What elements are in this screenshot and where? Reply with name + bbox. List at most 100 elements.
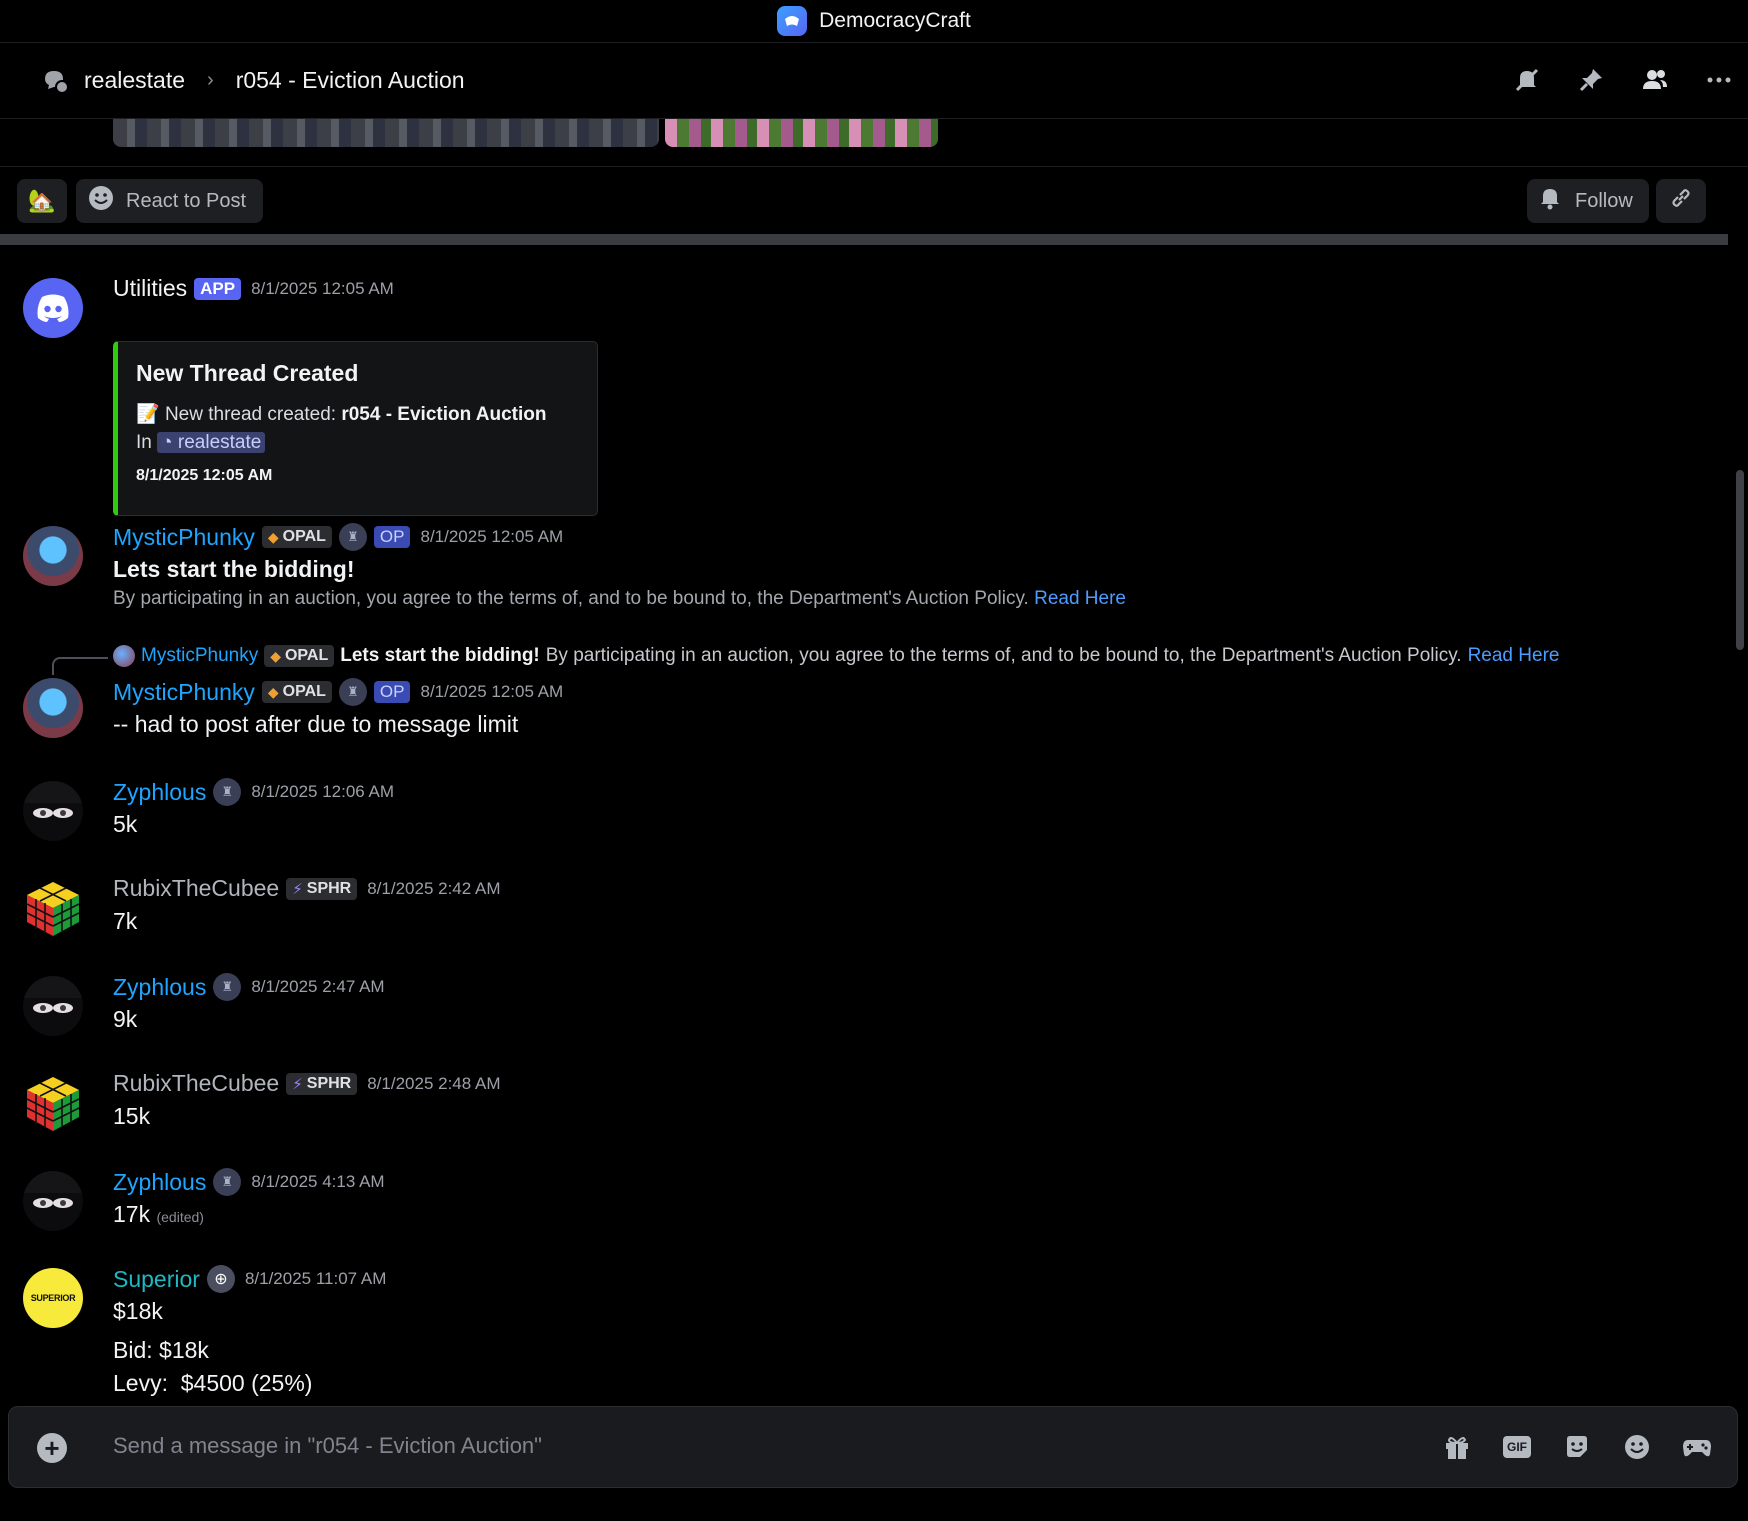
embed-timestamp: 8/1/2025 12:05 AM <box>136 467 273 484</box>
avatar[interactable] <box>23 1073 83 1133</box>
add-attachment-button[interactable]: + <box>37 1433 67 1463</box>
author-name[interactable]: MysticPhunky <box>113 524 255 551</box>
react-to-post-label: React to Post <box>126 189 247 212</box>
post-image[interactable] <box>665 119 938 147</box>
avatar[interactable] <box>23 278 83 338</box>
mute-bell-icon[interactable] <box>1508 61 1546 99</box>
breadcrumb-parent-channel[interactable]: realestate <box>84 67 185 94</box>
plus-role-icon: ⊕ <box>206 1265 235 1293</box>
channel-mention[interactable]: ◔ realestate <box>157 432 266 453</box>
channel-header: realestate › r054 - Eviction Auction <box>0 43 1748 119</box>
message-text: 5k <box>113 811 138 837</box>
message: RubixTheCubee ⚡ SPHR 8/1/2025 2:48 AM 15k <box>0 1070 1730 1150</box>
opal-gem-icon: ◆ <box>267 683 279 700</box>
guild-tag-label: SPHR <box>306 1074 352 1092</box>
avatar[interactable] <box>23 781 83 841</box>
op-badge: OP <box>373 526 411 548</box>
author-name[interactable]: RubixTheCubee <box>113 1070 279 1097</box>
read-here-link[interactable]: Read Here <box>1034 588 1126 609</box>
avatar-text: SUPERIOR <box>30 1293 76 1303</box>
plus-icon: + <box>44 1432 60 1463</box>
message-text-line: Levy: $4500 (25%) <box>113 1370 313 1396</box>
house-reaction-button[interactable]: 🏡 <box>17 179 67 223</box>
role-icon: ♜ <box>338 523 367 551</box>
link-icon <box>1669 186 1693 216</box>
members-icon[interactable] <box>1636 61 1674 99</box>
embed-line-prefix: New thread created: <box>164 404 342 425</box>
message: Utilities APP 8/1/2025 12:05 AM New Thre… <box>0 275 1730 525</box>
guild-tag-label: OPAL <box>282 683 326 700</box>
gif-icon[interactable]: GIF <box>1499 1429 1535 1465</box>
avatar[interactable] <box>23 678 83 738</box>
house-icon: 🏡 <box>28 188 56 213</box>
author-name[interactable]: Utilities <box>113 275 187 302</box>
discord-logo-icon <box>37 294 69 322</box>
message-composer: + Send a message in "r054 - Eviction Auc… <box>8 1406 1738 1488</box>
smiley-icon <box>88 185 114 217</box>
thread-title: r054 - Eviction Auction <box>235 67 465 93</box>
message: Zyphlous ♜ 8/1/2025 4:13 AM 17k (edited) <box>0 1168 1730 1248</box>
message-input[interactable]: Send a message in "r054 - Eviction Aucti… <box>113 1433 542 1459</box>
gift-icon[interactable] <box>1439 1429 1475 1465</box>
embed-thread-line: 📝 New thread created: r054 - Eviction Au… <box>136 401 579 429</box>
react-to-post-button[interactable]: React to Post <box>76 179 263 223</box>
avatar[interactable] <box>23 1171 83 1231</box>
avatar[interactable] <box>23 976 83 1036</box>
avatar[interactable]: SUPERIOR <box>23 1268 83 1328</box>
message: MysticPhunky ◆ OPAL Lets start the biddin… <box>0 645 1730 755</box>
avatar[interactable] <box>23 526 83 586</box>
guild-tag-label: SPHR <box>306 879 352 897</box>
scrollbar-thumb[interactable] <box>1736 470 1744 650</box>
post-divider <box>0 234 1728 245</box>
opal-gem-icon: ◆ <box>267 528 279 545</box>
embed-card: New Thread Created 📝 New thread created:… <box>113 341 598 516</box>
post-image-strip <box>113 119 938 147</box>
author-name[interactable]: Zyphlous <box>113 779 206 806</box>
memo-icon: 📝 <box>136 404 160 425</box>
read-here-link[interactable]: Read Here <box>1468 645 1560 667</box>
reply-connector <box>52 657 108 675</box>
edited-marker: (edited) <box>156 1209 204 1225</box>
window-title: DemocracyCraft <box>819 9 971 32</box>
role-icon: ♜ <box>213 1168 242 1196</box>
author-name[interactable]: RubixTheCubee <box>113 875 279 902</box>
author-name[interactable]: Zyphlous <box>113 974 206 1001</box>
guild-tag: ⚡ SPHR <box>286 1072 358 1095</box>
reply-preview[interactable]: MysticPhunky ◆ OPAL Lets start the biddin… <box>113 645 1559 667</box>
post-image[interactable] <box>113 119 659 147</box>
message-subtext: By participating in an auction, you agre… <box>113 588 1126 610</box>
forum-channel-icon: ◔ <box>161 432 173 453</box>
follow-button[interactable]: Follow <box>1527 179 1649 223</box>
message: Zyphlous ♜ 8/1/2025 2:47 AM 9k <box>0 973 1730 1053</box>
message: SUPERIOR Superior ⊕ 8/1/2025 11:07 AM $1… <box>0 1265 1730 1405</box>
chevron-right-icon: › <box>207 69 214 91</box>
author-name[interactable]: Superior <box>113 1266 200 1293</box>
pin-icon[interactable] <box>1572 61 1610 99</box>
guild-tag: ⚡ SPHR <box>286 877 358 900</box>
rubiks-cube-icon <box>26 882 80 936</box>
reply-author[interactable]: MysticPhunky <box>141 645 258 667</box>
message-text: 17k (edited) <box>113 1201 204 1228</box>
activities-gamepad-icon[interactable] <box>1679 1429 1715 1465</box>
more-options-icon[interactable] <box>1700 61 1738 99</box>
message-text: -- had to post after due to message limi… <box>113 711 519 737</box>
sticker-icon[interactable] <box>1559 1429 1595 1465</box>
message-heading: Lets start the bidding! <box>113 556 355 582</box>
copy-link-button[interactable] <box>1656 179 1706 223</box>
embed-thread-name: r054 - Eviction Auction <box>341 404 547 425</box>
policy-text: By participating in an auction, you agre… <box>113 588 1029 609</box>
role-icon: ♜ <box>213 778 242 806</box>
avatar[interactable] <box>23 878 83 938</box>
reply-bold-text: Lets start the bidding! <box>340 645 540 666</box>
guild-tag-label: OPAL <box>284 647 329 664</box>
message-text: 7k <box>113 908 138 934</box>
lightning-icon: ⚡ <box>292 1075 303 1093</box>
guild-tag: ◆ OPAL <box>261 526 332 548</box>
embed-in-label: In <box>136 432 152 453</box>
title-bar: DemocracyCraft <box>0 0 1748 43</box>
embed-channel-line: In ◔ realestate <box>136 429 579 457</box>
emoji-icon[interactable] <box>1619 1429 1655 1465</box>
bell-icon <box>1539 186 1561 216</box>
author-name[interactable]: MysticPhunky <box>113 679 255 706</box>
author-name[interactable]: Zyphlous <box>113 1169 206 1196</box>
